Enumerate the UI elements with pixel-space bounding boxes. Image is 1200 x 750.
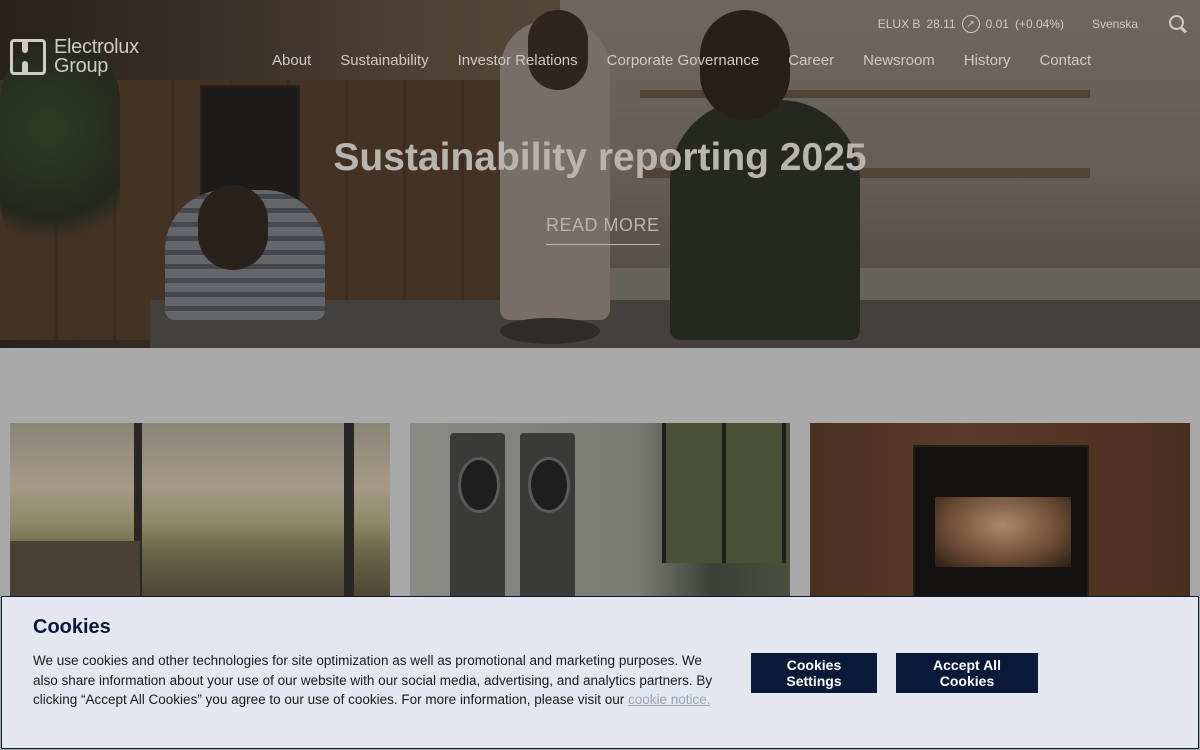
accept-all-cookies-button[interactable]: Accept All Cookies: [896, 653, 1038, 693]
logo-line-2: Group: [54, 55, 109, 77]
main-navigation: About Sustainability Investor Relations …: [272, 52, 1091, 69]
nav-item-sustainability[interactable]: Sustainability: [340, 52, 428, 69]
cookies-settings-button[interactable]: Cookies Settings: [751, 653, 877, 693]
nav-item-career[interactable]: Career: [788, 52, 834, 69]
nav-item-contact[interactable]: Contact: [1039, 52, 1091, 69]
card-oven[interactable]: [810, 423, 1190, 603]
ticker-price: 28.11: [926, 17, 956, 31]
cookie-banner: Cookies We use cookies and other technol…: [1, 596, 1199, 749]
ticker-change: 0.01: [985, 17, 1009, 31]
cookie-text: We use cookies and other technologies fo…: [33, 651, 725, 710]
nav-item-newsroom[interactable]: Newsroom: [863, 52, 935, 69]
search-icon[interactable]: [1168, 14, 1188, 34]
nav-item-history[interactable]: History: [964, 52, 1011, 69]
top-utility-bar: ELUX B 28.11 ↗ 0.01 (+0.04%) Svenska: [878, 15, 1188, 33]
nav-item-investor-relations[interactable]: Investor Relations: [458, 52, 578, 69]
stock-ticker[interactable]: ELUX B 28.11 ↗ 0.01 (+0.04%): [878, 15, 1064, 33]
oven-image: [913, 445, 1089, 603]
ticker-change-pct: (+0.04%): [1014, 17, 1064, 31]
nav-item-corporate-governance[interactable]: Corporate Governance: [607, 52, 760, 69]
electrolux-group-logo[interactable]: Electrolux Group: [10, 37, 139, 77]
cookie-notice-link[interactable]: cookie notice.: [628, 692, 711, 707]
dishwasher-image: [10, 541, 140, 603]
washer-image: [450, 433, 505, 603]
language-switch[interactable]: Svenska: [1092, 17, 1138, 31]
feature-cards: [10, 423, 1190, 603]
read-more-link[interactable]: READ MORE: [546, 215, 660, 245]
cookie-body: We use cookies and other technologies fo…: [33, 653, 713, 707]
electrolux-logo-icon: [10, 39, 46, 75]
trend-up-icon: ↗: [961, 15, 980, 33]
dryer-image: [520, 433, 575, 603]
ticker-symbol: ELUX B: [877, 17, 921, 31]
card-dishwasher[interactable]: [10, 423, 390, 603]
logo-wordmark: Electrolux Group: [54, 37, 139, 77]
cookie-title: Cookies: [33, 616, 111, 638]
hero-title: Sustainability reporting 2025: [333, 136, 867, 179]
nav-item-about[interactable]: About: [272, 52, 311, 69]
card-laundry[interactable]: [410, 423, 790, 603]
